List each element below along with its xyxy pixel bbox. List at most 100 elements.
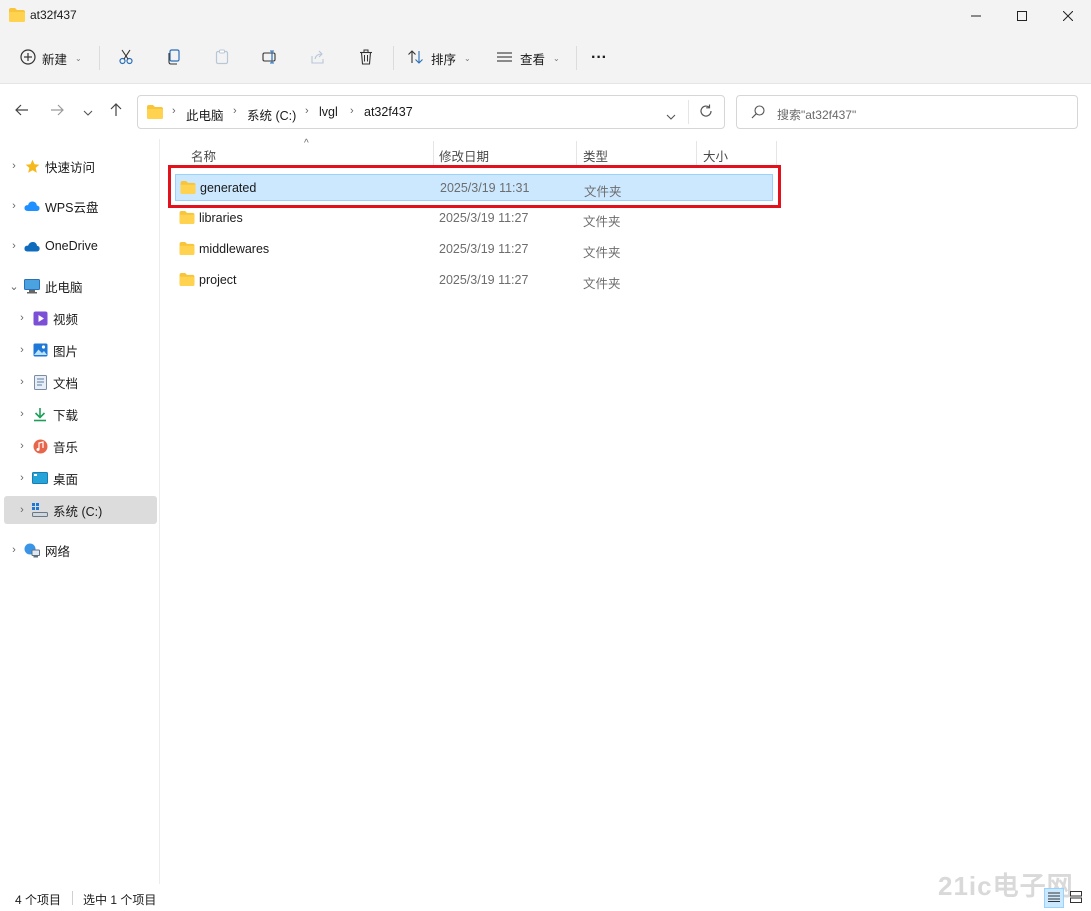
new-button[interactable]: 新建 ⌄ <box>20 44 82 72</box>
sidebar-item-desktop[interactable]: › 桌面 <box>4 464 157 492</box>
column-header-date[interactable]: 修改日期 <box>439 143 489 167</box>
document-icon <box>32 374 48 390</box>
breadcrumb-lvgl[interactable]: lvgl <box>319 105 338 119</box>
view-button[interactable]: 查看 ⌄ <box>496 44 560 72</box>
folder-icon <box>9 8 25 25</box>
view-label: 查看 <box>520 52 546 67</box>
chevron-right-icon[interactable]: › <box>4 240 24 252</box>
column-header-size[interactable]: 大小 <box>703 143 728 167</box>
sidebar-item-quick-access[interactable]: › 快速访问 <box>4 152 157 180</box>
chevron-right-icon: › <box>172 105 176 117</box>
column-divider[interactable] <box>576 141 577 167</box>
sidebar-item-wps-cloud[interactable]: › WPS云盘 <box>4 192 157 220</box>
rename-button[interactable] <box>256 44 284 72</box>
sidebar-item-label: 此电脑 <box>45 280 83 295</box>
cloud-icon <box>24 198 40 214</box>
desktop-icon <box>32 470 48 486</box>
plus-circle-icon <box>20 48 36 68</box>
details-view-button[interactable] <box>1044 888 1064 908</box>
column-divider[interactable] <box>696 141 697 167</box>
command-bar: 新建 ⌄ 排序 ⌄ 查看 ⌄ ··· <box>0 32 1091 84</box>
sidebar-item-this-pc[interactable]: ⌄ 此电脑 <box>4 272 157 300</box>
close-button[interactable] <box>1045 0 1091 32</box>
sidebar-item-downloads[interactable]: › 下载 <box>4 400 157 428</box>
search-box[interactable]: 搜索"at32f437" <box>736 95 1078 129</box>
sidebar-item-music[interactable]: › 音乐 <box>4 432 157 460</box>
search-icon <box>751 105 765 122</box>
chevron-right-icon[interactable]: › <box>4 200 24 212</box>
divider <box>688 100 689 124</box>
sort-button[interactable]: 排序 ⌄ <box>407 44 471 72</box>
maximize-button[interactable] <box>999 0 1045 32</box>
breadcrumb-this-pc[interactable]: 此电脑 <box>186 105 224 124</box>
chevron-right-icon: › <box>233 105 237 117</box>
address-bar[interactable]: › 此电脑 › 系统 (C:) › lvgl › at32f437 <box>137 95 725 129</box>
sidebar-item-videos[interactable]: › 视频 <box>4 304 157 332</box>
chevron-right-icon[interactable]: › <box>12 344 32 356</box>
divider <box>99 46 100 70</box>
table-row[interactable]: middlewares 2025/3/19 11:27 文件夹 <box>175 236 773 263</box>
sidebar-item-label: 音乐 <box>53 440 79 455</box>
column-header-name[interactable]: 名称 <box>191 143 216 167</box>
list-view-icon <box>496 49 514 68</box>
chevron-right-icon[interactable]: › <box>4 544 24 556</box>
tiles-view-button[interactable] <box>1066 888 1086 908</box>
table-row[interactable]: project 2025/3/19 11:27 文件夹 <box>175 267 773 294</box>
forward-button[interactable] <box>45 101 69 123</box>
music-icon <box>32 438 48 454</box>
onedrive-icon <box>24 238 40 254</box>
cut-button[interactable] <box>112 44 140 72</box>
chevron-right-icon: › <box>350 105 354 117</box>
address-dropdown-icon[interactable] <box>666 109 676 123</box>
breadcrumb-at32f437[interactable]: at32f437 <box>364 105 413 119</box>
sidebar-item-label: 快速访问 <box>45 160 96 175</box>
recent-locations-button[interactable] <box>76 101 100 123</box>
column-divider[interactable] <box>433 141 434 167</box>
file-date: 2025/3/19 11:27 <box>439 211 529 225</box>
file-date: 2025/3/19 11:27 <box>439 273 529 287</box>
paste-button[interactable] <box>208 44 236 72</box>
share-button[interactable] <box>304 44 332 72</box>
column-header-type[interactable]: 类型 <box>583 143 608 167</box>
sidebar-item-network[interactable]: › 网络 <box>4 536 157 564</box>
sidebar-item-onedrive[interactable]: › OneDrive <box>4 232 157 260</box>
tiles-view-icon <box>1070 890 1082 906</box>
sidebar-item-system-c[interactable]: › 系统 (C:) <box>4 496 157 524</box>
divider <box>576 46 577 70</box>
sidebar-item-documents[interactable]: › 文档 <box>4 368 157 396</box>
chevron-down-icon: ⌄ <box>464 53 471 63</box>
rename-icon <box>262 49 278 68</box>
table-row[interactable]: libraries 2025/3/19 11:27 文件夹 <box>175 205 773 232</box>
sort-label: 排序 <box>431 52 457 67</box>
download-icon <box>32 406 48 422</box>
chevron-right-icon[interactable]: › <box>12 472 32 484</box>
chevron-right-icon[interactable]: › <box>12 440 32 452</box>
share-icon <box>310 49 326 68</box>
picture-icon <box>32 342 48 358</box>
column-divider[interactable] <box>776 141 777 167</box>
new-label: 新建 <box>42 52 68 67</box>
back-button[interactable] <box>10 101 34 123</box>
chevron-right-icon[interactable]: › <box>12 312 32 324</box>
breadcrumb-system-c[interactable]: 系统 (C:) <box>247 105 296 124</box>
chevron-right-icon[interactable]: › <box>12 504 32 516</box>
chevron-right-icon[interactable]: › <box>4 160 24 172</box>
up-button[interactable] <box>104 101 128 123</box>
search-input[interactable]: 搜索"at32f437" <box>777 106 856 123</box>
sidebar-item-pictures[interactable]: › 图片 <box>4 336 157 364</box>
scissors-icon <box>118 49 134 68</box>
sidebar-item-label: 文档 <box>53 376 79 391</box>
chevron-down-icon[interactable]: ⌄ <box>4 280 24 293</box>
copy-button[interactable] <box>160 44 188 72</box>
sidebar-item-label: 网络 <box>45 544 71 559</box>
more-button[interactable]: ··· <box>591 44 607 72</box>
chevron-right-icon[interactable]: › <box>12 376 32 388</box>
highlight-annotation <box>168 165 781 208</box>
delete-button[interactable] <box>352 44 380 72</box>
chevron-right-icon[interactable]: › <box>12 408 32 420</box>
sidebar-item-label: 桌面 <box>53 472 79 487</box>
minimize-button[interactable] <box>953 0 999 32</box>
arrow-left-icon <box>15 103 29 121</box>
file-type: 文件夹 <box>583 246 621 260</box>
refresh-icon[interactable] <box>699 104 713 121</box>
